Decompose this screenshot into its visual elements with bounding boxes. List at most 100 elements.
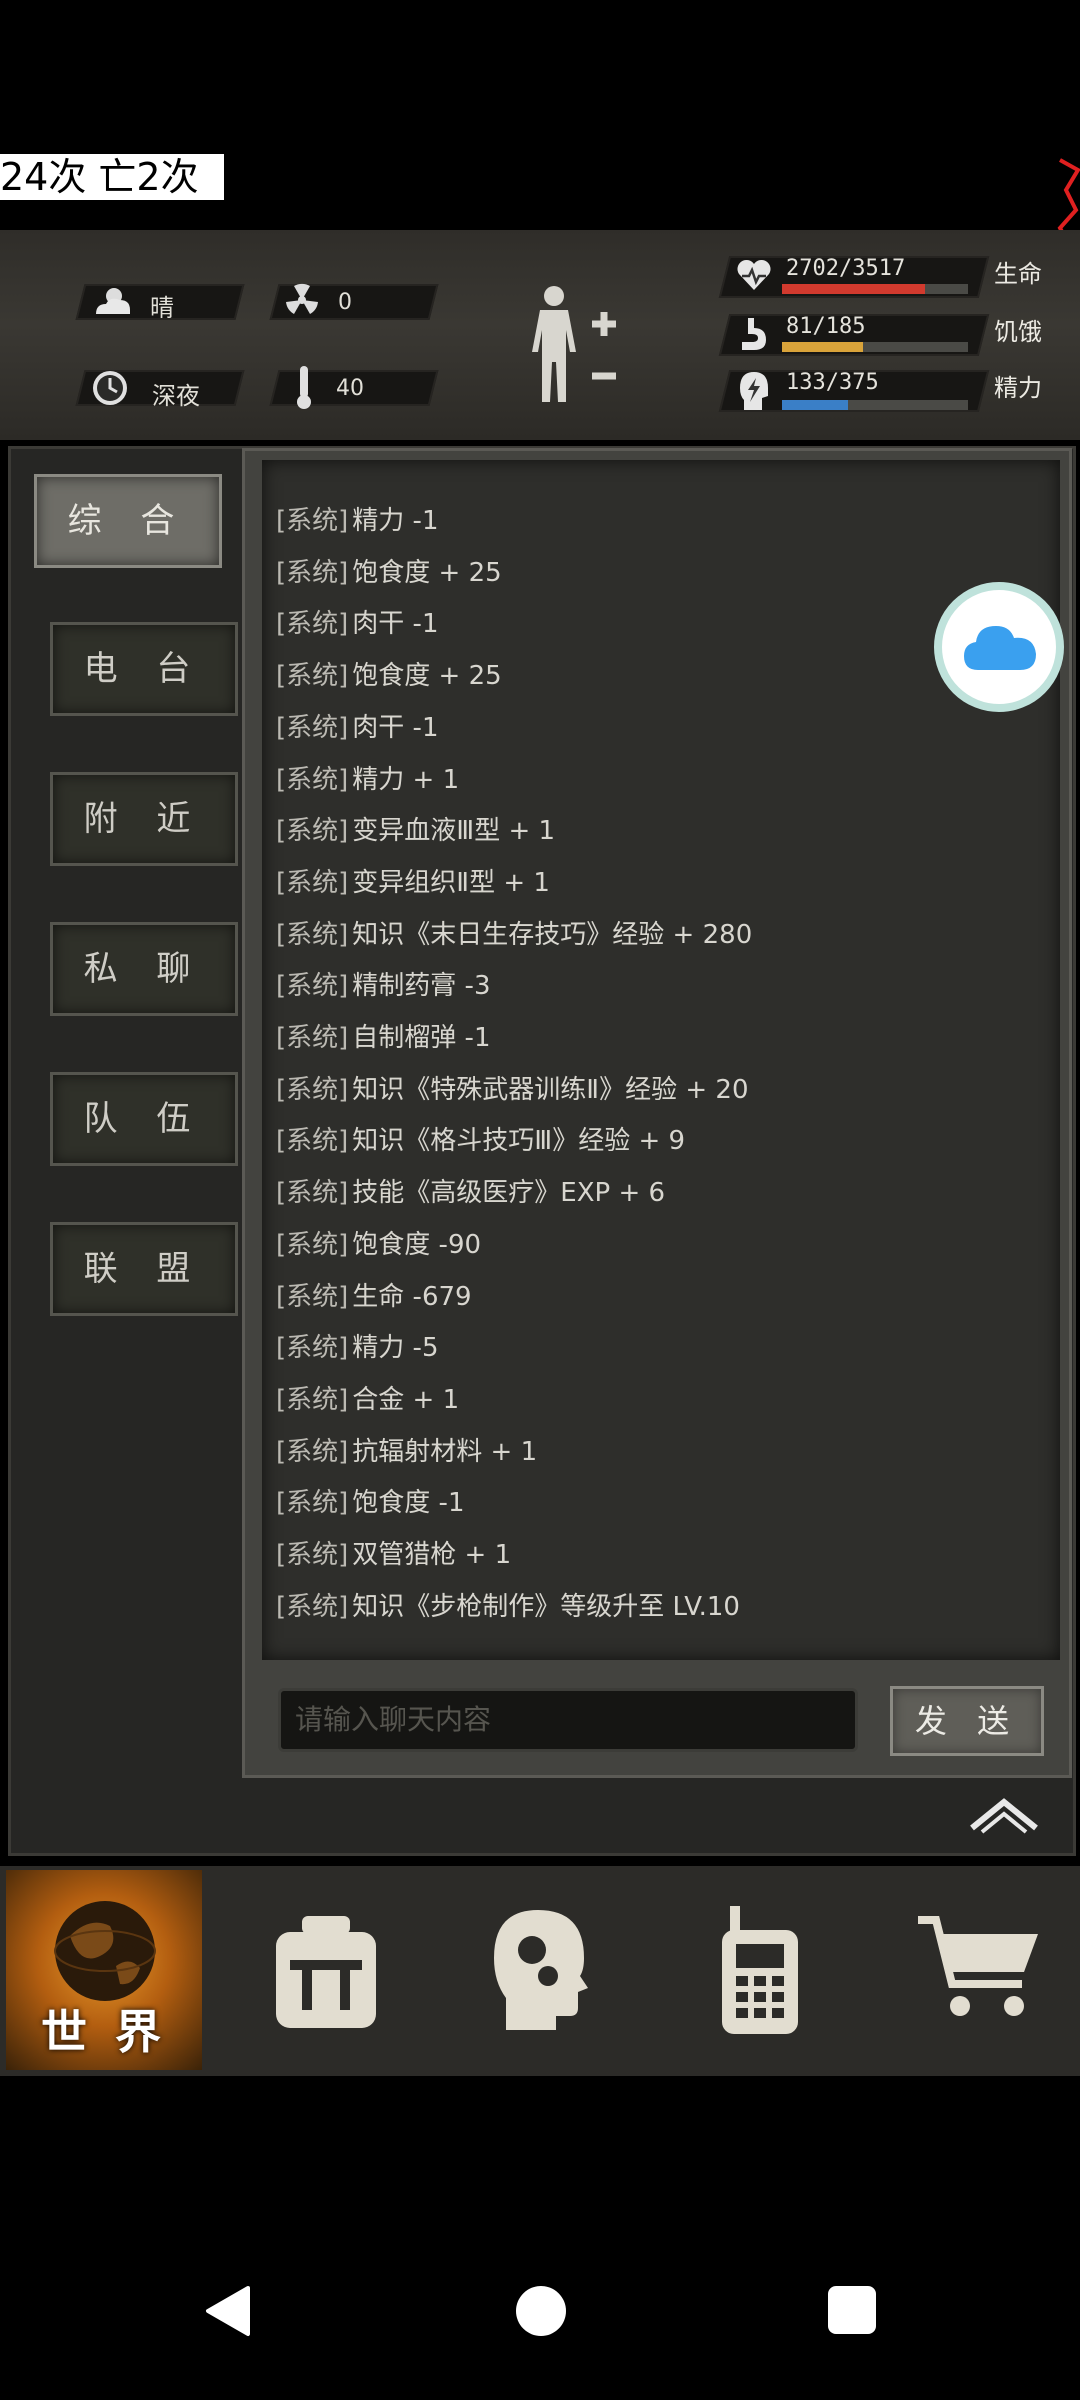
- energy-value: 133/375: [786, 370, 879, 395]
- message-text: 饱食度 -1: [352, 1488, 465, 1519]
- chat-message: [系统] 变异组织Ⅱ型 + 1: [276, 862, 550, 899]
- health-bar: [782, 284, 968, 294]
- message-text: 抗辐射材料 + 1: [352, 1436, 538, 1467]
- message-tag: [系统]: [276, 867, 349, 898]
- chat-message: [系统] 技能《高级医疗》EXP + 6: [276, 1172, 665, 1209]
- sun-cloud-icon: [96, 288, 130, 314]
- cloud-icon: [964, 626, 1036, 670]
- chat-message: [系统] 变异血液Ⅲ型 + 1: [276, 810, 555, 847]
- cart-icon[interactable]: [914, 1912, 1044, 2022]
- chat-message: [系统] 饱食度 + 25: [276, 655, 502, 692]
- message-tag: [系统]: [276, 712, 349, 743]
- energy-label: 精力: [994, 374, 1042, 402]
- hunger-bar: [782, 342, 968, 352]
- tab-radio[interactable]: 电 台: [50, 622, 238, 716]
- tab-alliance[interactable]: 联 盟: [50, 1222, 238, 1316]
- message-text: 双管猎枪 + 1: [352, 1540, 512, 1570]
- brain-head-icon[interactable]: [492, 1908, 592, 2032]
- home-icon[interactable]: [514, 2284, 568, 2338]
- message-tag: [系统]: [276, 1178, 349, 1209]
- message-tag: [系统]: [276, 1229, 349, 1260]
- message-text: 饱食度 + 25: [352, 661, 502, 692]
- energy-bar: [782, 400, 968, 410]
- chat-message: [系统] 生命 -679: [276, 1276, 472, 1313]
- walkie-talkie-icon[interactable]: [716, 1904, 804, 2036]
- tab-team[interactable]: 队 伍: [50, 1072, 238, 1166]
- chat-message: [系统] 双管猎枪 + 1: [276, 1534, 511, 1571]
- clock-icon: [93, 371, 127, 405]
- message-tag: [系统]: [276, 1074, 349, 1105]
- chat-message: [系统] 知识《步枪制作》等级升至 LV.10: [276, 1586, 740, 1623]
- chat-message: [系统] 抗辐射材料 + 1: [276, 1431, 537, 1468]
- chat-message: [系统] 知识《特殊武器训练Ⅱ》经验 + 20: [276, 1069, 749, 1106]
- body-figure-icon[interactable]: [520, 282, 630, 412]
- send-button[interactable]: 发 送: [890, 1686, 1044, 1756]
- message-text: 变异组织Ⅱ型 + 1: [352, 867, 550, 898]
- chat-message: [系统] 知识《格斗技巧Ⅲ》经验 + 9: [276, 1120, 685, 1157]
- thermometer-icon: [297, 366, 311, 409]
- chat-message: [系统] 饱食度 -1: [276, 1482, 465, 1519]
- chat-message: [系统] 饱食度 + 25: [276, 552, 502, 589]
- weather-value: 晴: [150, 294, 174, 322]
- message-tag: [系统]: [276, 816, 349, 847]
- message-text: 知识《末日生存技巧》经验 + 280: [352, 919, 753, 950]
- status-hud: 晴 0 深夜 40 2702/3517 生命 81/185 饥饿 133/375…: [0, 230, 1080, 440]
- message-tag: [系统]: [276, 1333, 349, 1364]
- message-text: 精力 -1: [352, 506, 439, 536]
- chat-message: [系统] 肉干 -1: [276, 603, 439, 640]
- message-text: 肉干 -1: [352, 712, 439, 743]
- message-text: 知识《格斗技巧Ⅲ》经验 + 9: [352, 1126, 686, 1157]
- back-icon[interactable]: [200, 2284, 254, 2338]
- message-tag: [系统]: [276, 971, 349, 1002]
- message-text: 精力 + 1: [352, 764, 460, 795]
- message-text: 技能《高级医疗》EXP + 6: [352, 1178, 666, 1209]
- message-tag: [系统]: [276, 661, 349, 692]
- chat-message: [系统] 自制榴弹 -1: [276, 1017, 491, 1054]
- message-text: 自制榴弹 -1: [352, 1023, 491, 1053]
- message-tag: [系统]: [276, 506, 349, 536]
- message-text: 饱食度 + 25: [352, 557, 502, 588]
- message-tag: [系统]: [276, 557, 349, 588]
- radiation-value: 0: [338, 290, 352, 315]
- message-text: 生命 -679: [352, 1281, 472, 1312]
- chat-message: [系统] 精力 -5: [276, 1327, 439, 1364]
- hunger-label: 饥饿: [994, 318, 1042, 346]
- chat-message: [系统] 合金 + 1: [276, 1379, 459, 1416]
- health-label: 生命: [994, 260, 1042, 288]
- chat-message: [系统] 精力 + 1: [276, 759, 459, 796]
- backpack-icon[interactable]: [268, 1912, 384, 2032]
- message-text: 变异血液Ⅲ型 + 1: [352, 816, 556, 847]
- chat-message: [系统] 肉干 -1: [276, 707, 439, 744]
- globe-icon: [54, 1901, 156, 2001]
- overlay-text: 24次 亡2次: [0, 154, 224, 200]
- message-text: 合金 + 1: [352, 1384, 460, 1415]
- message-text: 肉干 -1: [352, 609, 439, 640]
- chat-message: [系统] 饱食度 -90: [276, 1224, 481, 1261]
- nav-world[interactable]: 世 界: [6, 1870, 202, 2070]
- tab-nearby[interactable]: 附 近: [50, 772, 238, 866]
- tab-private[interactable]: 私 聊: [50, 922, 238, 1016]
- message-tag: [系统]: [276, 764, 349, 795]
- cloud-button[interactable]: [934, 582, 1064, 712]
- stomach-icon: [742, 318, 766, 350]
- message-tag: [系统]: [276, 1384, 349, 1415]
- nav-world-label: 世 界: [40, 2005, 167, 2059]
- time-of-day-value: 深夜: [152, 382, 200, 410]
- chat-message: [系统] 精制药膏 -3: [276, 965, 491, 1002]
- recents-icon[interactable]: [826, 2284, 878, 2336]
- energy-head-icon: [740, 372, 768, 410]
- message-tag: [系统]: [276, 609, 349, 640]
- tab-general[interactable]: 综 合: [34, 474, 222, 568]
- chat-input[interactable]: 请输入聊天内容: [278, 1688, 858, 1752]
- chat-message: [系统] 精力 -1: [276, 500, 439, 537]
- heart-icon: [737, 259, 771, 290]
- message-tag: [系统]: [276, 1488, 349, 1519]
- message-tag: [系统]: [276, 1281, 349, 1312]
- chat-message: [系统] 知识《末日生存技巧》经验 + 280: [276, 914, 752, 951]
- message-text: 精制药膏 -3: [352, 971, 491, 1002]
- message-text: 知识《步枪制作》等级升至 LV.10: [352, 1591, 740, 1622]
- radiation-icon: [286, 283, 318, 314]
- message-tag: [系统]: [276, 1540, 349, 1570]
- chevron-up-icon[interactable]: [966, 1796, 1042, 1836]
- health-value: 2702/3517: [786, 256, 906, 281]
